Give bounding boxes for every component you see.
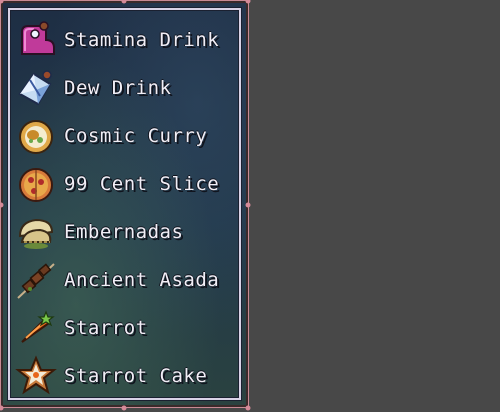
item-cosmic-curry[interactable]: Cosmic Curry	[14, 112, 234, 160]
item-starrot[interactable]: Starrot	[14, 304, 234, 352]
item-label: Starrot Cake	[64, 365, 208, 387]
item-99-cent-slice[interactable]: 99 Cent Slice	[14, 160, 234, 208]
item-dew-drink[interactable]: Dew Drink	[14, 64, 234, 112]
item-embernadas[interactable]: Embernadas	[14, 208, 234, 256]
item-stamina-drink[interactable]: Stamina Drink	[14, 16, 234, 64]
item-label: Ancient Asada	[64, 269, 220, 291]
resize-handle-bottom-right[interactable]	[245, 405, 251, 411]
starrot-icon	[21, 310, 55, 343]
inventory-panel: Stamina Drink Dew Drink Cosmic Curry 99 …	[0, 0, 249, 408]
item-label: Stamina Drink	[64, 29, 220, 51]
item-starrot-cake[interactable]: Starrot Cake	[14, 352, 234, 400]
item-label: Dew Drink	[64, 77, 172, 99]
resize-handle-top-right[interactable]	[245, 0, 251, 4]
item-label: Starrot	[64, 317, 148, 339]
resize-handle-right[interactable]	[245, 202, 251, 208]
resize-handle-bottom-left[interactable]	[0, 405, 4, 411]
item-list: Stamina Drink Dew Drink Cosmic Curry 99 …	[14, 16, 234, 400]
item-label: 99 Cent Slice	[64, 173, 220, 195]
empanadas-icon	[18, 218, 54, 249]
item-label: Cosmic Curry	[64, 125, 208, 147]
asada-skewer-icon	[17, 263, 55, 299]
starrot-cake-icon	[15, 355, 57, 395]
dew-drink-icon	[18, 70, 52, 106]
resize-handle-bottom[interactable]	[121, 405, 127, 411]
stamina-drink-icon	[21, 21, 55, 55]
item-label: Embernadas	[64, 221, 184, 243]
cosmic-curry-icon	[19, 120, 53, 154]
pizza-slice-icon	[19, 168, 53, 202]
item-ancient-asada[interactable]: Ancient Asada	[14, 256, 234, 304]
